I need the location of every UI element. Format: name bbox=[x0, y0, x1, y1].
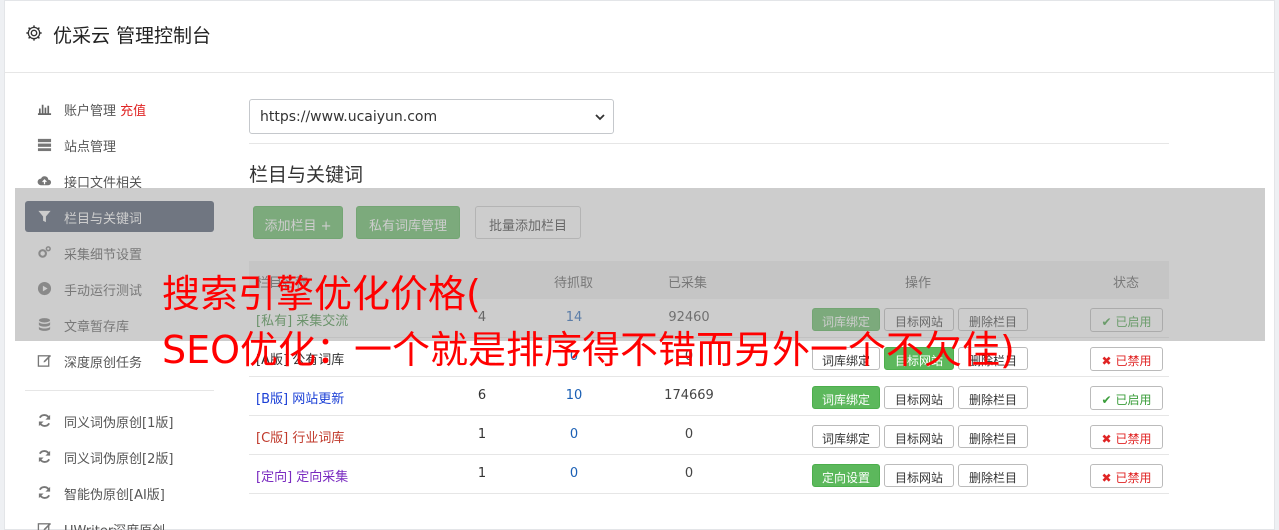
recharge-link[interactable]: 充值 bbox=[120, 104, 146, 119]
column-name-link[interactable]: [定向] 定向采集 bbox=[256, 466, 348, 485]
page-title: 优采云 管理控制台 bbox=[53, 25, 212, 47]
cell-pending[interactable]: 0 bbox=[549, 466, 599, 481]
table-row: [定向] 定向采集 1 0 0 定向设置 目标网站 删除栏目 ✖ 已禁用 bbox=[249, 455, 1169, 494]
gear-icon bbox=[26, 25, 42, 41]
table-row: [C版] 行业词库 1 0 0 词库绑定 目标网站 删除栏目 ✖ 已禁用 bbox=[249, 416, 1169, 455]
sidebar-divider bbox=[25, 390, 214, 391]
cross-icon: ✖ bbox=[1101, 432, 1112, 446]
bind-dictionary-button[interactable]: 词库绑定 bbox=[812, 386, 880, 409]
cell-collected: 174669 bbox=[664, 388, 714, 403]
overlay-line-2: SEO优化：一个就是排序得不错而另外一个不欠佳) bbox=[162, 328, 1015, 372]
targeted-settings-button[interactable]: 定向设置 bbox=[812, 464, 880, 487]
sidebar-item-ai-rewrite[interactable]: 智能伪原创[AI版] bbox=[25, 477, 214, 508]
cloud-upload-icon bbox=[37, 176, 52, 186]
sidebar-item-synonym-v1[interactable]: 同义词伪原创[1版] bbox=[25, 405, 214, 436]
column-name: 行业词库 bbox=[292, 431, 345, 446]
sidebar-item-label: 同义词伪原创[2版] bbox=[64, 452, 174, 467]
edit-icon bbox=[37, 522, 52, 530]
sidebar-item-label: 站点管理 bbox=[64, 140, 117, 155]
status-label: 已禁用 bbox=[1115, 471, 1152, 485]
server-icon bbox=[37, 138, 52, 152]
delete-column-button[interactable]: 删除栏目 bbox=[958, 464, 1028, 487]
sidebar-item-uwriter[interactable]: UWriter深度原创 bbox=[25, 513, 214, 530]
column-name: 网站更新 bbox=[292, 392, 345, 407]
target-site-button[interactable]: 目标网站 bbox=[884, 425, 954, 448]
target-site-button[interactable]: 目标网站 bbox=[884, 464, 954, 487]
overlay-caption: 搜索引擎优化价格( SEO优化：一个就是排序得不错而另外一个不欠佳) bbox=[162, 266, 1015, 378]
target-site-button[interactable]: 目标网站 bbox=[884, 386, 954, 409]
column-name-link[interactable]: [B版] 网站更新 bbox=[256, 388, 344, 407]
edit-icon bbox=[37, 354, 52, 367]
cell-count: 6 bbox=[477, 388, 487, 403]
sidebar-item-synonym-v2[interactable]: 同义词伪原创[2版] bbox=[25, 441, 214, 472]
divider bbox=[249, 143, 1169, 144]
site-select-value: https://www.ucaiyun.com bbox=[260, 109, 438, 125]
cell-count: 1 bbox=[477, 427, 487, 442]
sidebar-item-label: 同义词伪原创[1版] bbox=[64, 416, 174, 431]
status-label: 已禁用 bbox=[1115, 354, 1152, 368]
sidebar-item-label: UWriter深度原创 bbox=[64, 520, 165, 530]
cell-pending[interactable]: 10 bbox=[549, 388, 599, 403]
table-row: [B版] 网站更新 6 10 174669 词库绑定 目标网站 删除栏目 ✔ 已… bbox=[249, 377, 1169, 416]
status-label: 已禁用 bbox=[1115, 432, 1152, 446]
sidebar-item-label: 深度原创任务 bbox=[64, 356, 143, 371]
overlay-line-1: 搜索引擎优化价格( bbox=[162, 272, 481, 316]
column-name: 定向采集 bbox=[296, 470, 349, 485]
sidebar-item-sites[interactable]: 站点管理 bbox=[25, 129, 214, 160]
cell-pending[interactable]: 0 bbox=[549, 427, 599, 442]
status-toggle[interactable]: ✖ 已禁用 bbox=[1090, 347, 1163, 371]
column-tag: [C版] bbox=[256, 431, 289, 446]
cell-collected: 0 bbox=[684, 427, 694, 442]
bind-dictionary-button[interactable]: 词库绑定 bbox=[812, 425, 880, 448]
status-label: 已启用 bbox=[1115, 393, 1152, 407]
cross-icon: ✖ bbox=[1101, 354, 1112, 368]
header: 优采云 管理控制台 bbox=[5, 1, 1274, 73]
check-icon: ✔ bbox=[1101, 393, 1112, 407]
column-name-link[interactable]: [C版] 行业词库 bbox=[256, 427, 344, 446]
refresh-icon bbox=[38, 450, 51, 463]
sidebar-item-label: 智能伪原创[AI版] bbox=[64, 488, 165, 503]
section-title: 栏目与关键词 bbox=[249, 164, 364, 186]
cross-icon: ✖ bbox=[1101, 471, 1112, 485]
refresh-icon bbox=[38, 486, 51, 499]
status-toggle[interactable]: ✔ 已启用 bbox=[1090, 386, 1163, 410]
bar-chart-icon bbox=[37, 104, 52, 115]
status-toggle[interactable]: ✖ 已禁用 bbox=[1090, 464, 1163, 488]
delete-column-button[interactable]: 删除栏目 bbox=[958, 386, 1028, 409]
sidebar-item-label: 账户管理 bbox=[64, 104, 117, 119]
cell-collected: 0 bbox=[684, 466, 694, 481]
sidebar-item-account[interactable]: 账户管理 充值 bbox=[25, 93, 214, 124]
site-select[interactable]: https://www.ucaiyun.com bbox=[249, 99, 614, 134]
chevron-down-icon bbox=[595, 114, 605, 121]
delete-column-button[interactable]: 删除栏目 bbox=[958, 425, 1028, 448]
status-toggle[interactable]: ✖ 已禁用 bbox=[1090, 425, 1163, 449]
refresh-icon bbox=[38, 414, 51, 427]
column-tag: [B版] bbox=[256, 392, 289, 407]
column-tag: [定向] bbox=[256, 470, 293, 485]
cell-count: 1 bbox=[477, 466, 487, 481]
